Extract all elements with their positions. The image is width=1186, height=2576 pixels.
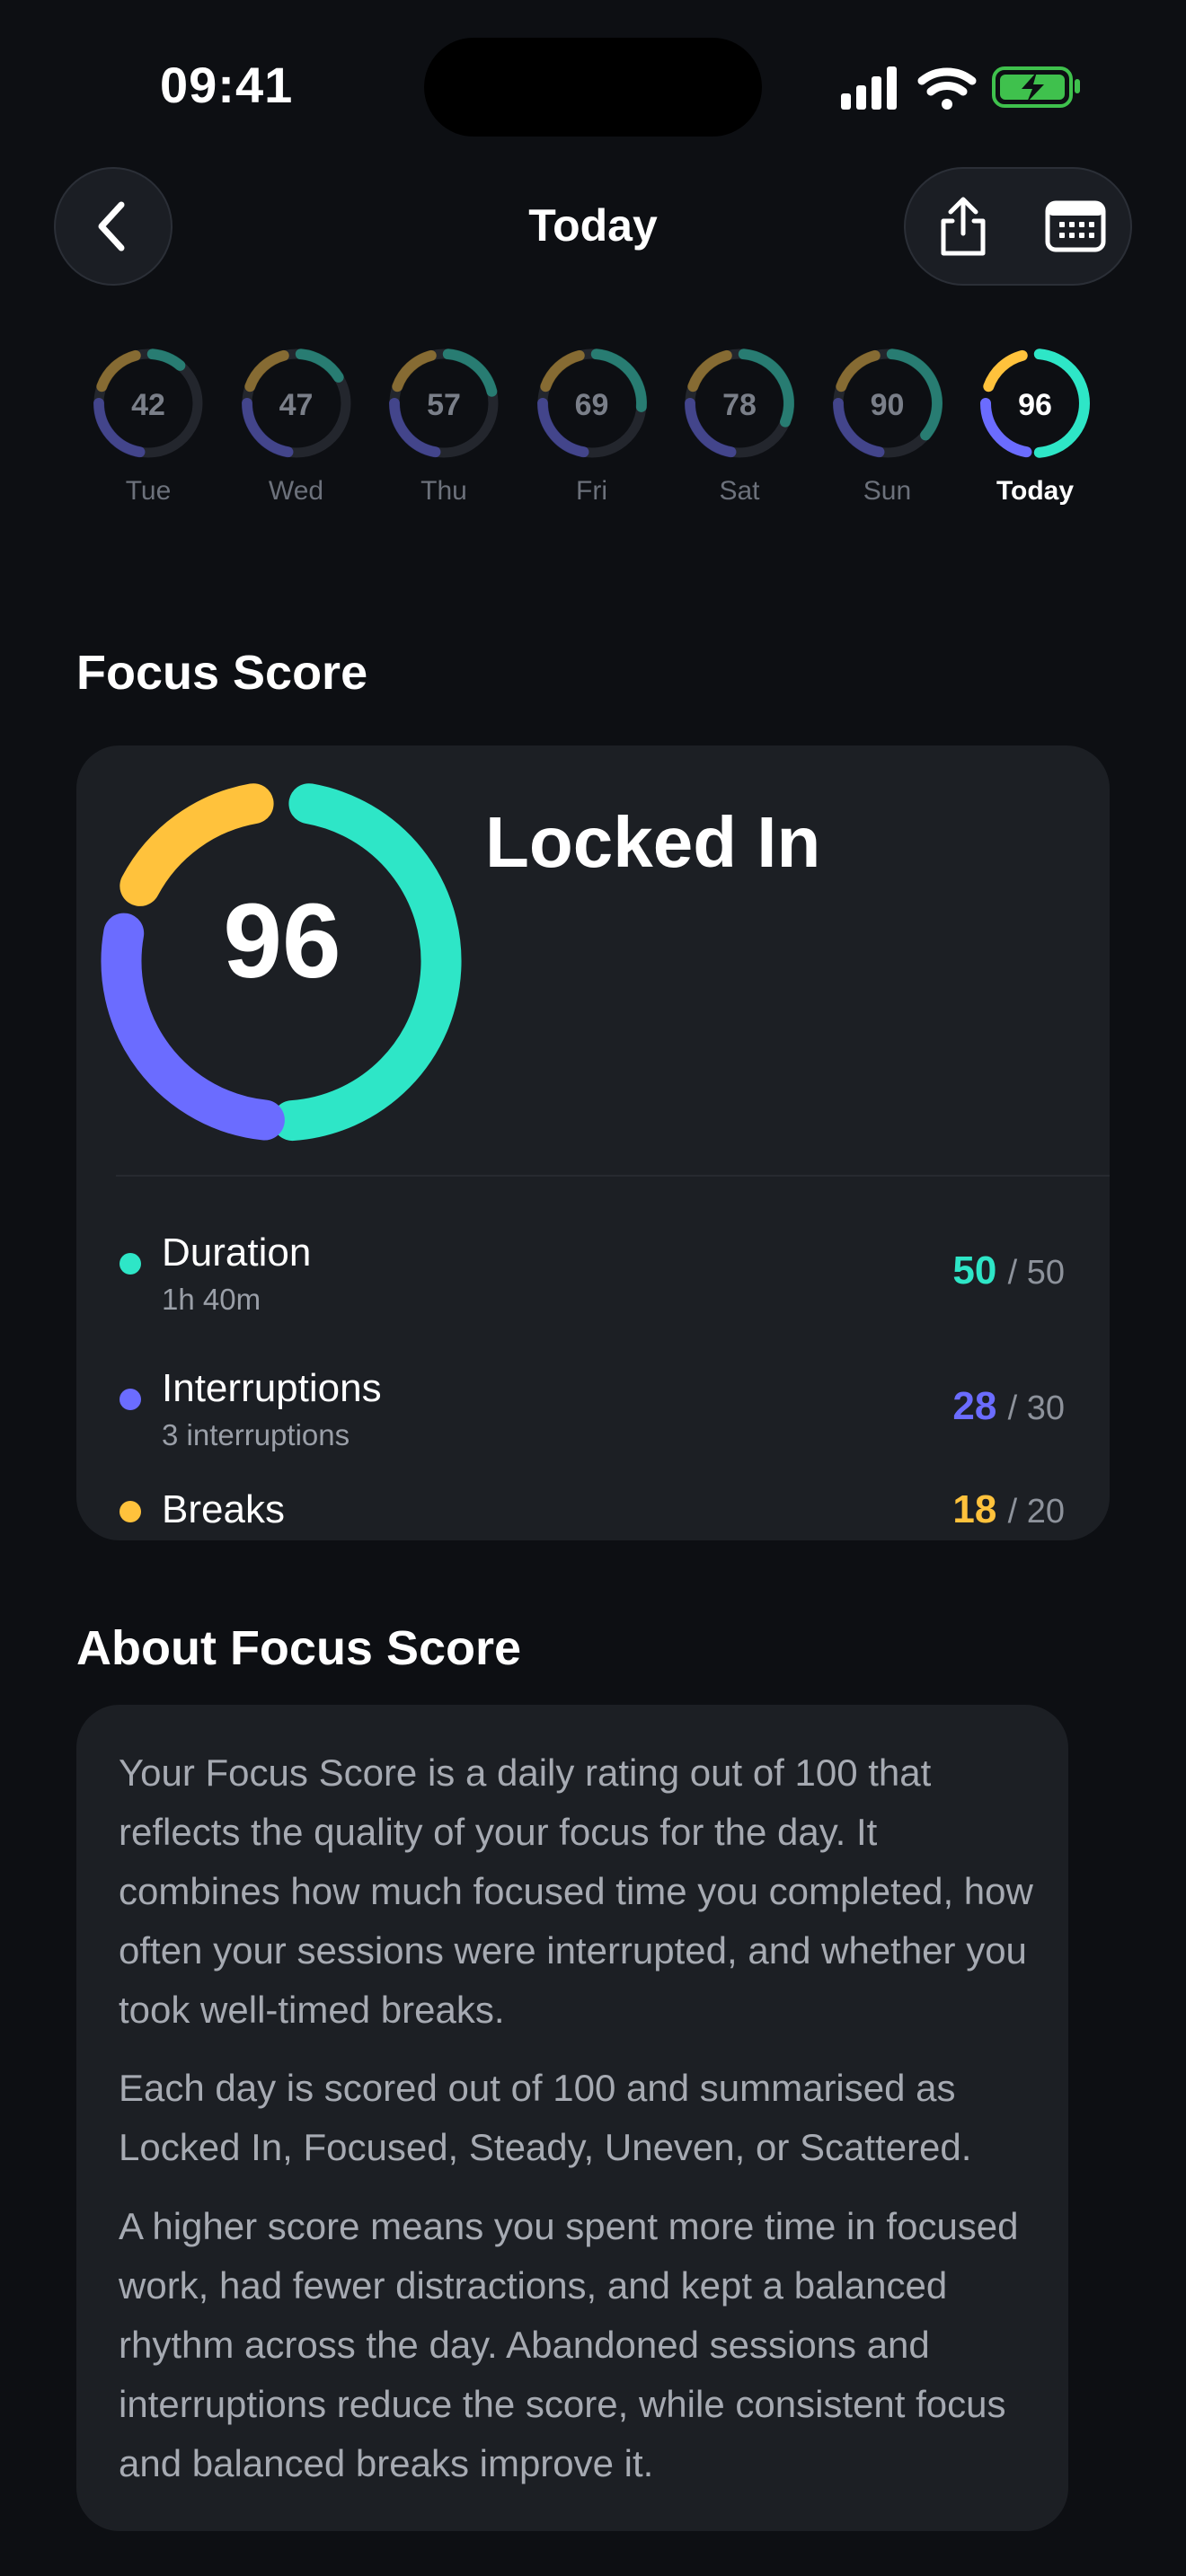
day-label: Tue (125, 476, 172, 506)
day-item[interactable]: 47 Wed (223, 343, 370, 514)
day-score: 42 (131, 388, 165, 422)
signal-icon (841, 66, 897, 110)
focus-score-screen: 09:41 Today 42 Tue 47 Wed 57 Thu 69 Fri … (0, 0, 1186, 2576)
day-label: Sun (863, 476, 912, 506)
metric-score-value: 28 (952, 1384, 997, 1428)
day-item[interactable]: 90 Sun (814, 343, 961, 514)
day-score: 57 (427, 388, 461, 422)
metric-score: 18 / 20 (952, 1487, 1065, 1532)
day-label: Wed (268, 476, 324, 506)
ring-segment (243, 349, 289, 393)
status-time: 09:41 (160, 57, 294, 113)
metric-detail: 1h 40m (162, 1283, 261, 1316)
ring-segment (295, 348, 344, 383)
ring-segment (983, 349, 1028, 393)
day-item-today[interactable]: 96 Today (961, 343, 1109, 514)
day-label: Thu (420, 476, 467, 506)
metric-score-max: / 50 (1007, 1254, 1065, 1292)
day-label: Fri (576, 476, 607, 506)
metric-name: Interruptions (162, 1366, 382, 1410)
ring-segment (539, 349, 585, 393)
metric-score-value: 50 (952, 1248, 997, 1292)
ring-segment (687, 349, 732, 393)
metric-name: Breaks (162, 1487, 285, 1531)
ring-segment (96, 349, 141, 393)
day-score: 78 (722, 388, 757, 422)
calendar-button[interactable] (1018, 169, 1132, 284)
day-label: Sat (719, 476, 760, 506)
day-score: 90 (870, 388, 905, 422)
focus-section-title: Focus Score (76, 646, 368, 700)
metric-dot (119, 1501, 141, 1522)
share-button[interactable] (906, 169, 1020, 284)
metric-dot (119, 1389, 141, 1410)
day-item[interactable]: 57 Thu (370, 343, 518, 514)
calendar-icon (1045, 200, 1105, 252)
ring-segment (392, 349, 437, 393)
metric-dot (119, 1253, 141, 1275)
day-score: 69 (574, 388, 609, 422)
share-icon (941, 197, 985, 256)
day-item[interactable]: 69 Fri (518, 343, 666, 514)
day-item[interactable]: 78 Sat (666, 343, 813, 514)
day-score: 47 (279, 388, 314, 422)
battery-charging-icon (992, 66, 1080, 108)
ring-segment (835, 349, 881, 393)
day-item[interactable]: 42 Tue (75, 343, 222, 514)
metric-score: 28 / 30 (952, 1384, 1065, 1429)
focus-score-value: 96 (223, 882, 341, 1001)
nav-actions (904, 167, 1132, 286)
dynamic-island (424, 38, 762, 137)
ring-segment (442, 348, 498, 397)
metric-score-value: 18 (952, 1487, 997, 1531)
focus-score-card: 96 Locked In Duration 1h 40m 50 / 50 Int… (76, 745, 1110, 1540)
metric-score-max: / 30 (1007, 1389, 1065, 1427)
ring-segment (146, 348, 186, 371)
day-score: 96 (1018, 388, 1052, 422)
day-label: Today (996, 476, 1075, 506)
metric-score: 50 / 50 (952, 1248, 1065, 1293)
about-card: Your Focus Score is a daily rating out o… (76, 1705, 1068, 2531)
wifi-icon (917, 67, 977, 110)
about-paragraph: Your Focus Score is a daily rating out o… (119, 1751, 1033, 2031)
metric-score-max: / 20 (1007, 1493, 1065, 1531)
metric-detail: 3 interruptions (162, 1418, 350, 1451)
about-paragraph: Each day is scored out of 100 and summar… (119, 2067, 972, 2168)
about-section-title: About Focus Score (76, 1621, 522, 1675)
status-icons (841, 66, 1080, 110)
metric-name: Duration (162, 1231, 312, 1275)
divider (116, 1175, 1110, 1177)
about-paragraph: A higher score means you spent more time… (119, 2205, 1019, 2484)
focus-status-label: Locked In (485, 802, 821, 882)
